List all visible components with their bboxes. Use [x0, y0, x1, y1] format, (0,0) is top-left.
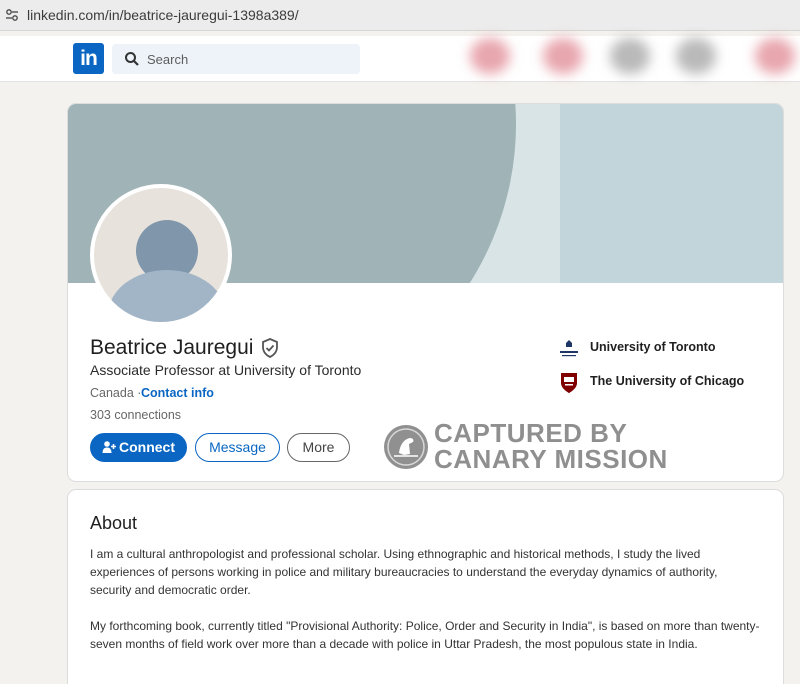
more-button[interactable]: More [287, 433, 350, 462]
location-text: Canada [90, 386, 134, 400]
connect-button[interactable]: Connect [90, 433, 187, 462]
contact-info-link[interactable]: Contact info [141, 386, 214, 400]
canary-mission-watermark: CAPTURED BY CANARY MISSION [384, 418, 674, 478]
blurred-nav-icon[interactable] [676, 38, 716, 74]
blurred-nav-icon[interactable] [610, 38, 650, 74]
linkedin-logo[interactable]: in [73, 43, 104, 74]
browser-url-bar[interactable]: linkedin.com/in/beatrice-jauregui-1398a3… [0, 0, 800, 31]
avatar[interactable] [90, 184, 232, 326]
about-text: I am a cultural anthropologist and profe… [90, 545, 760, 671]
profile-location: Canada · [90, 386, 141, 400]
watermark-line: CANARY MISSION [434, 444, 668, 474]
profile-headline: Associate Professor at University of Tor… [90, 362, 362, 378]
blurred-nav-icon[interactable] [543, 38, 583, 74]
about-card: About I am a cultural anthropologist and… [67, 489, 784, 684]
profile-name: Beatrice Jauregui [90, 336, 254, 359]
education-name: The University of Chicago [590, 374, 745, 388]
top-navigation: in Search [0, 36, 800, 82]
connections-count[interactable]: 303 connections [90, 408, 181, 422]
avatar-placeholder-body [108, 270, 226, 322]
university-of-toronto-logo [560, 340, 578, 357]
connect-label: Connect [119, 439, 175, 455]
education-name: University of Toronto [590, 340, 716, 354]
verified-shield-icon[interactable] [261, 338, 279, 358]
watermark-text: CAPTURED BY CANARY MISSION [434, 420, 668, 472]
add-person-icon [102, 441, 116, 453]
url-text[interactable]: linkedin.com/in/beatrice-jauregui-1398a3… [27, 7, 299, 23]
search-icon [125, 52, 139, 66]
site-settings-icon[interactable] [5, 8, 19, 22]
university-of-chicago-logo [561, 373, 577, 393]
blurred-nav-icon[interactable] [470, 38, 510, 74]
search-placeholder: Search [147, 52, 189, 67]
about-paragraph: I am a cultural anthropologist and profe… [90, 547, 718, 597]
about-paragraph: My forthcoming book, currently titled "P… [90, 619, 760, 651]
profile-card: Beatrice Jauregui Associate Professor at… [67, 103, 784, 482]
section-title: About [90, 513, 138, 533]
canary-bird-icon [384, 425, 428, 469]
search-input[interactable]: Search [112, 44, 360, 74]
blurred-nav-icon[interactable] [755, 38, 795, 74]
message-button[interactable]: Message [195, 433, 280, 462]
watermark-line: CAPTURED BY [434, 418, 628, 448]
